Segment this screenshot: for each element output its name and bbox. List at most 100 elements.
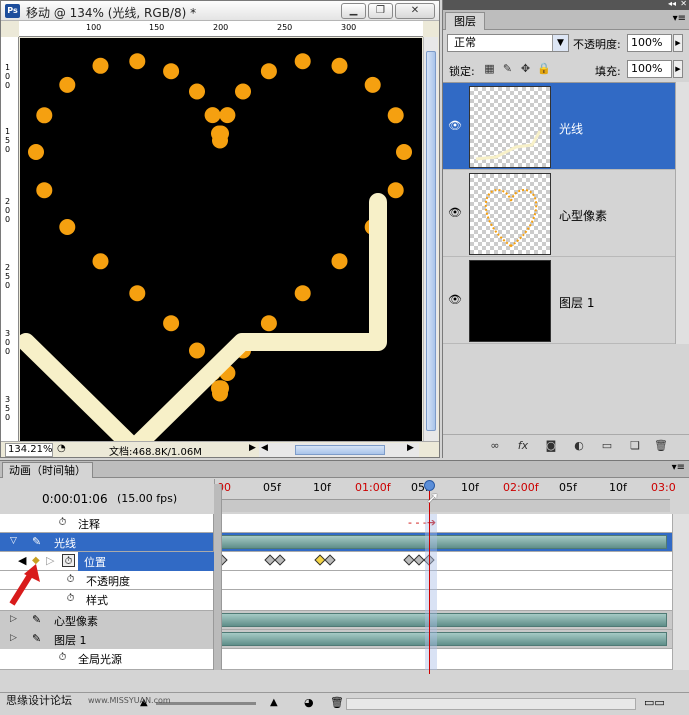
layers-tab-bar: 图层 ▾≡ bbox=[443, 10, 689, 30]
expand-triangle-icon[interactable]: ▽ bbox=[10, 536, 17, 546]
add-mask-icon[interactable]: ◙ bbox=[543, 438, 559, 454]
light-beam-shape bbox=[20, 193, 387, 441]
panel-menu-icon[interactable]: ▾≡ bbox=[673, 13, 686, 24]
fx-icon[interactable]: fx bbox=[515, 438, 531, 454]
play-arrow-icon[interactable]: ▶ bbox=[249, 443, 256, 453]
stopwatch-icon[interactable]: ⏱ bbox=[56, 651, 69, 664]
heart-dot bbox=[189, 342, 205, 359]
timeline-row-position[interactable]: ◀ ◆ ▷ ⏱ 位置 bbox=[0, 552, 672, 571]
next-keyframe-icon[interactable]: ▷ bbox=[46, 554, 54, 567]
fill-stepper[interactable]: ▶ bbox=[673, 60, 683, 78]
opacity-input[interactable]: 100% bbox=[627, 34, 672, 52]
lock-all-icon[interactable]: 🔒 bbox=[537, 62, 551, 75]
layer-thumbnail bbox=[469, 173, 551, 255]
layer-row-heart[interactable]: 👁 心型像素 bbox=[443, 170, 675, 257]
panel-collapse-bar[interactable]: ◂◂ ✕ bbox=[443, 0, 689, 10]
scroll-left-icon[interactable]: ◀ bbox=[261, 443, 268, 453]
layer-name[interactable]: 图层 1 bbox=[559, 294, 594, 311]
heart-dot bbox=[129, 285, 146, 302]
playhead-line[interactable] bbox=[429, 484, 430, 674]
lock-paint-icon[interactable]: ✎ bbox=[501, 62, 514, 75]
scroll-thumb[interactable] bbox=[426, 51, 436, 431]
eye-icon[interactable]: 👁 bbox=[447, 206, 463, 220]
trash-icon[interactable]: 🗑 bbox=[653, 438, 669, 454]
panel-menu-icon[interactable]: ▾≡ bbox=[672, 462, 685, 473]
eye-icon[interactable]: 👁 bbox=[447, 119, 463, 133]
work-area-bar[interactable] bbox=[218, 499, 670, 512]
fill-input[interactable]: 100% bbox=[627, 60, 672, 78]
document-title-bar[interactable]: Ps 移动 @ 134% (光线, RGB/8) * ▁ ❐ ✕ bbox=[1, 1, 439, 21]
lock-transparency-icon[interactable]: ▦ bbox=[483, 62, 496, 75]
collapsed-triangle-icon[interactable]: ▷ bbox=[10, 614, 17, 624]
document-window: Ps 移动 @ 134% (光线, RGB/8) * ▁ ❐ ✕ 100 150… bbox=[0, 0, 440, 458]
status-menu-icon[interactable]: ◔ bbox=[57, 443, 66, 454]
timeline-scrollbar[interactable] bbox=[672, 514, 689, 670]
document-canvas[interactable] bbox=[20, 38, 422, 441]
convert-icon[interactable]: ◕ bbox=[304, 696, 314, 709]
chevron-down-icon[interactable]: ▼ bbox=[552, 35, 568, 51]
collapse-icon[interactable]: ◂◂ bbox=[668, 0, 676, 8]
tab-layers[interactable]: 图层 bbox=[445, 12, 485, 30]
stopwatch-icon[interactable]: ⏱ bbox=[64, 573, 77, 586]
timeline-row-style[interactable]: ⏱ 样式 bbox=[0, 590, 672, 611]
horizontal-scrollbar[interactable]: ◀ ▶ bbox=[259, 443, 419, 457]
timeline-row-opacity[interactable]: ⏱ 不透明度 bbox=[0, 571, 672, 590]
blend-mode-select[interactable]: 正常 ▼ bbox=[447, 34, 569, 52]
layer-row-light[interactable]: 👁 光线 bbox=[443, 83, 675, 170]
layer-duration-bar[interactable] bbox=[221, 535, 667, 549]
timeline-row-heart-layer[interactable]: ▷ ✎ 心型像素 bbox=[0, 611, 672, 630]
tab-animation[interactable]: 动画（时间轴） bbox=[2, 462, 93, 478]
zoom-field[interactable]: 134.21% bbox=[5, 443, 53, 457]
layers-scrollbar[interactable] bbox=[675, 82, 689, 344]
timeline-row-background-layer[interactable]: ▷ ✎ 图层 1 bbox=[0, 630, 672, 649]
close-panel-icon[interactable]: ✕ bbox=[680, 0, 687, 8]
ruler-label: 300 bbox=[341, 23, 357, 32]
new-layer-icon[interactable]: ❏ bbox=[627, 438, 643, 454]
layer-name[interactable]: 光线 bbox=[559, 120, 583, 137]
timeline-hscroll[interactable] bbox=[346, 698, 636, 710]
stopwatch-icon[interactable]: ⏱ bbox=[64, 592, 77, 605]
close-button[interactable]: ✕ bbox=[395, 3, 435, 19]
eye-icon[interactable]: 👁 bbox=[447, 293, 463, 307]
timeline-row-light-layer[interactable]: ▽ ✎ 光线 bbox=[0, 533, 672, 552]
minimize-button[interactable]: ▁ bbox=[341, 3, 366, 19]
link-layers-icon[interactable]: ∞ bbox=[487, 438, 503, 454]
layer-duration-bar[interactable] bbox=[221, 632, 667, 646]
layer-row-background[interactable]: 👁 图层 1 bbox=[443, 257, 675, 344]
fill-label: 填充: bbox=[595, 65, 621, 78]
ruler-label: 02:00f bbox=[503, 481, 539, 494]
keyframe[interactable] bbox=[324, 554, 336, 566]
scroll-thumb[interactable] bbox=[295, 445, 385, 455]
ruler-label: 03:0 bbox=[651, 481, 676, 494]
document-status-bar: 134.21% ◔ 文档:468.8K/1.06M ▶ ◀ ▶ bbox=[1, 441, 439, 458]
timeline-row-comments[interactable]: ⏱ 注释 - - -➔ bbox=[0, 514, 672, 533]
restore-button[interactable]: ❐ bbox=[368, 3, 393, 19]
heart-dot bbox=[129, 53, 146, 70]
zoom-in-icon[interactable]: ▲ bbox=[270, 697, 278, 708]
adjustment-layer-icon[interactable]: ◐ bbox=[571, 438, 587, 454]
lock-position-icon[interactable]: ✥ bbox=[519, 62, 532, 75]
keyframe[interactable] bbox=[274, 554, 286, 566]
scroll-right-icon[interactable]: ▶ bbox=[407, 443, 414, 453]
heart-dot bbox=[260, 315, 277, 332]
layer-duration-bar[interactable] bbox=[221, 613, 667, 627]
stopwatch-icon[interactable]: ⏱ bbox=[62, 554, 75, 567]
ruler-label: 1 5 0 bbox=[5, 127, 11, 154]
timeline-zoom-slider[interactable] bbox=[156, 702, 256, 705]
vertical-scrollbar[interactable] bbox=[423, 37, 438, 441]
stopwatch-icon[interactable]: ⏱ bbox=[56, 516, 69, 529]
opacity-label: 不透明度: bbox=[573, 38, 621, 51]
layers-list: 👁 光线 👁 心型像素 👁 图层 1 bbox=[443, 82, 675, 344]
heart-dot bbox=[163, 315, 180, 332]
trash-icon[interactable]: 🗑 bbox=[330, 696, 344, 709]
opacity-stepper[interactable]: ▶ bbox=[673, 34, 683, 52]
work-area-start-strip bbox=[214, 484, 222, 670]
frames-view-icon[interactable]: ▭▭ bbox=[644, 696, 665, 709]
current-timecode: 0:00:01:06 bbox=[42, 492, 108, 506]
layer-name[interactable]: 心型像素 bbox=[559, 207, 607, 224]
timeline-row-global-light[interactable]: ⏱ 全局光源 bbox=[0, 649, 672, 670]
row-label: 心型像素 bbox=[54, 615, 98, 628]
collapsed-triangle-icon[interactable]: ▷ bbox=[10, 633, 17, 643]
new-group-icon[interactable]: ▭ bbox=[599, 438, 615, 454]
brush-icon: ✎ bbox=[32, 613, 42, 626]
